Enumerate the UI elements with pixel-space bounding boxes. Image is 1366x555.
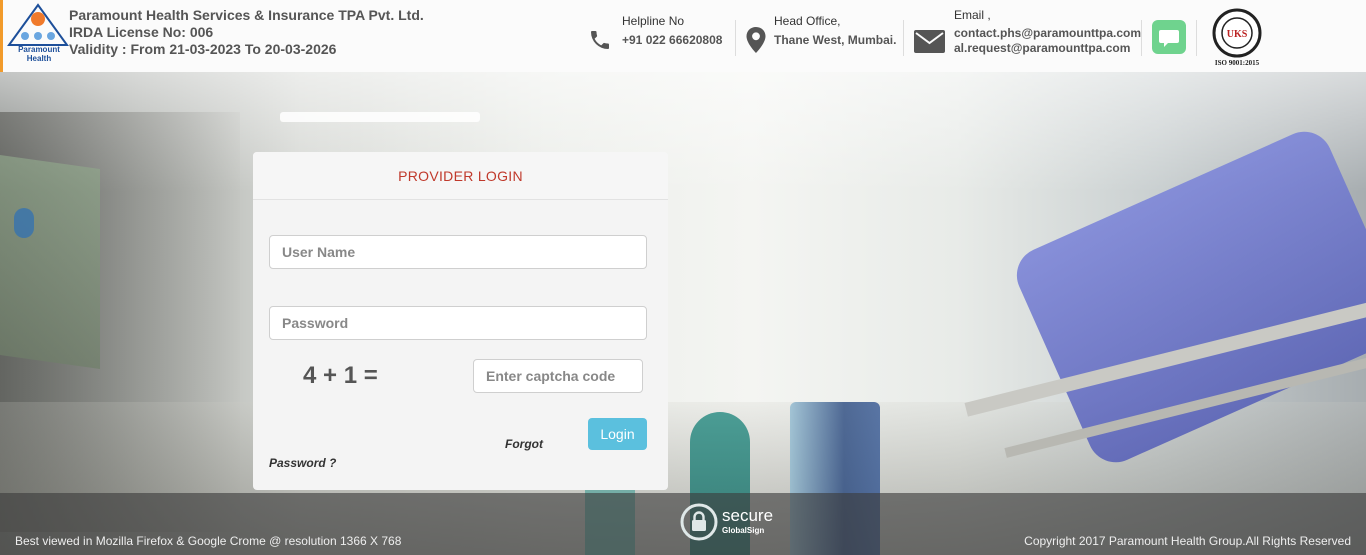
browser-recommendation: Best viewed in Mozilla Firefox & Google … [15,534,402,548]
secure-subtitle: GlobalSign [722,526,765,535]
login-title: PROVIDER LOGIN [253,152,668,200]
iso-label: ISO 9001:2015 [1215,59,1260,67]
company-logo[interactable]: Paramount Health [5,3,71,67]
provider-login-card: PROVIDER LOGIN 4 + 1 = Login Forgot Pass… [253,152,668,490]
email-label: Email , [954,8,991,22]
company-info: Paramount Health Services & Insurance TP… [69,7,424,58]
office-contact: Head Office, Thane West, Mumbai. [774,12,896,58]
login-button[interactable]: Login [588,418,647,450]
copyright-text: Copyright 2017 Paramount Health Group.Al… [1024,534,1351,548]
chat-button[interactable] [1152,20,1186,54]
captcha-question: 4 + 1 = [303,362,378,389]
helpline-number[interactable]: +91 022 66620808 [622,31,722,50]
email-contact: Email , contact.phs@paramounttpa.com al.… [954,6,1141,55]
helpline-label: Helpline No [622,14,685,28]
site-header: Paramount Health Paramount Health Servic… [0,0,1366,72]
office-address: Thane West, Mumbai. [774,33,897,47]
logo-text: Paramount Health [18,45,60,63]
email-request-link[interactable]: al.request@paramounttpa.com [954,41,1141,56]
mail-icon [914,30,945,53]
forgot-password-link[interactable]: Forgot [505,437,543,451]
secure-title: secure [722,506,774,525]
hospital-corridor-background [0,72,1366,555]
forgot-password-link-continued[interactable]: Password ? [269,456,336,470]
location-icon [746,27,766,53]
chat-icon [1159,30,1179,47]
license-number: IRDA License No: 006 [69,24,214,40]
divider [1141,20,1142,56]
license-validity: Validity : From 21-03-2023 To 20-03-2026 [69,41,337,57]
divider [903,20,904,56]
lock-icon [680,503,718,541]
site-footer: Best viewed in Mozilla Firefox & Google … [0,493,1366,555]
globalsign-secure-seal[interactable]: secure GlobalSign [680,503,780,543]
email-contact-link[interactable]: contact.phs@paramounttpa.com [954,26,1141,41]
company-name: Paramount Health Services & Insurance TP… [69,7,424,23]
helpline-contact: Helpline No +91 022 66620808 [622,12,722,58]
divider [1196,20,1197,56]
iso-badge-text: UKS [1227,29,1248,40]
password-input[interactable] [269,306,647,340]
iso-certification-badge: UKS ISO 9001:2015 [1208,8,1266,68]
divider [735,20,736,56]
captcha-input[interactable] [473,359,643,393]
office-label: Head Office, [774,14,841,28]
phone-icon [591,31,609,49]
username-input[interactable] [269,235,647,269]
